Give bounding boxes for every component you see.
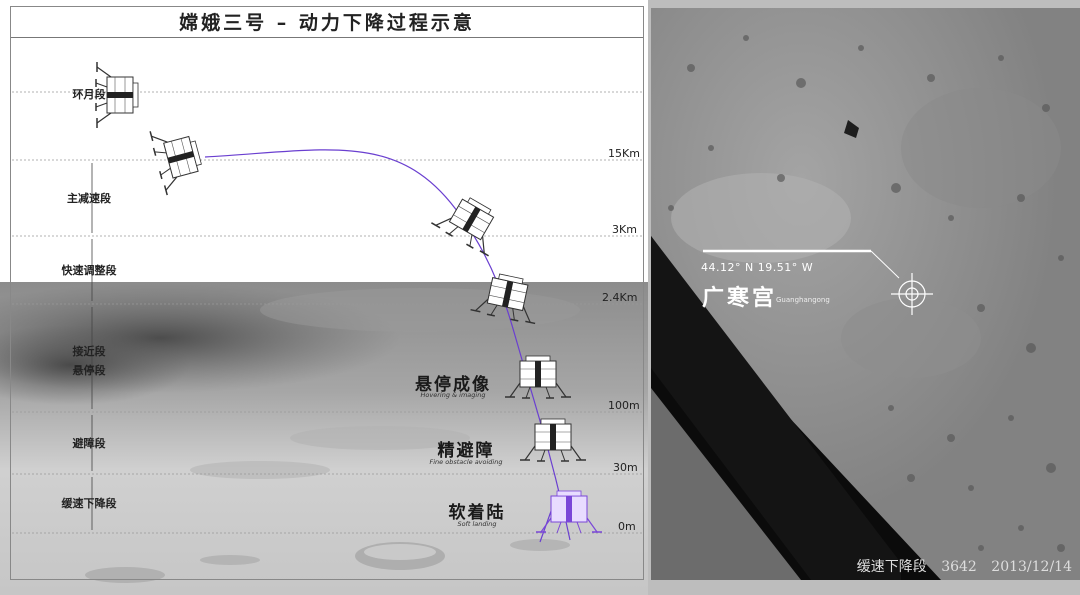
phase-label-approach: 接近段 <box>72 345 106 358</box>
descent-diagram-panel: 嫦娥三号 – 动力下降过程示意 环月段 主减速段 快速调整段 接近段 悬停段 避… <box>0 0 648 595</box>
phase-label-lunar-orbit: 环月段 <box>72 88 106 101</box>
lander-icon <box>504 355 572 399</box>
descent-trajectory <box>204 149 571 541</box>
altitude-label-30m: 30m <box>613 461 638 474</box>
phase-label-hover: 悬停段 <box>72 364 106 377</box>
lander-icon <box>148 119 208 197</box>
lander-icon <box>519 418 587 462</box>
altitude-label-2-4km: 2.4Km <box>602 291 638 304</box>
altitude-label-15km: 15Km <box>608 147 640 160</box>
landing-site-name-cn: 广寒宫 <box>702 286 778 311</box>
stage-land-en: Soft landing <box>457 520 497 528</box>
stage-hover-en: Hovering & imaging <box>420 391 486 399</box>
lander-icon <box>430 186 510 258</box>
landing-coordinates: 44.12° N 19.51° W <box>701 261 814 274</box>
phase-label-slow-descent: 缓速下降段 <box>61 497 117 510</box>
photo-caption: 缓速下降段 3642 2013/12/14 <box>847 556 1072 576</box>
lander-icon <box>469 268 545 326</box>
phase-label-main-braking: 主减速段 <box>67 192 111 205</box>
altitude-label-0m: 0m <box>618 520 636 533</box>
altitude-label-100m: 100m <box>608 399 640 412</box>
photo-caption-date: 2013/12/14 <box>991 559 1072 575</box>
phase-label-obstacle-avoid: 避障段 <box>72 437 106 450</box>
photo-caption-phase: 缓速下降段 <box>856 559 927 575</box>
diagram-title: 嫦娥三号 – 动力下降过程示意 <box>10 6 644 38</box>
stage-avoid-en: Fine obstacle avoiding <box>429 458 503 466</box>
phase-label-quick-adjust: 快速调整段 <box>61 264 117 277</box>
landing-camera-photo: 44.12° N 19.51° W 广寒宫 Guanghangong 缓速下降段… <box>651 8 1080 580</box>
altitude-label-3km: 3Km <box>612 223 637 236</box>
photo-caption-frame: 3642 <box>941 559 977 575</box>
landing-site-name-en: Guanghangong <box>776 296 830 304</box>
